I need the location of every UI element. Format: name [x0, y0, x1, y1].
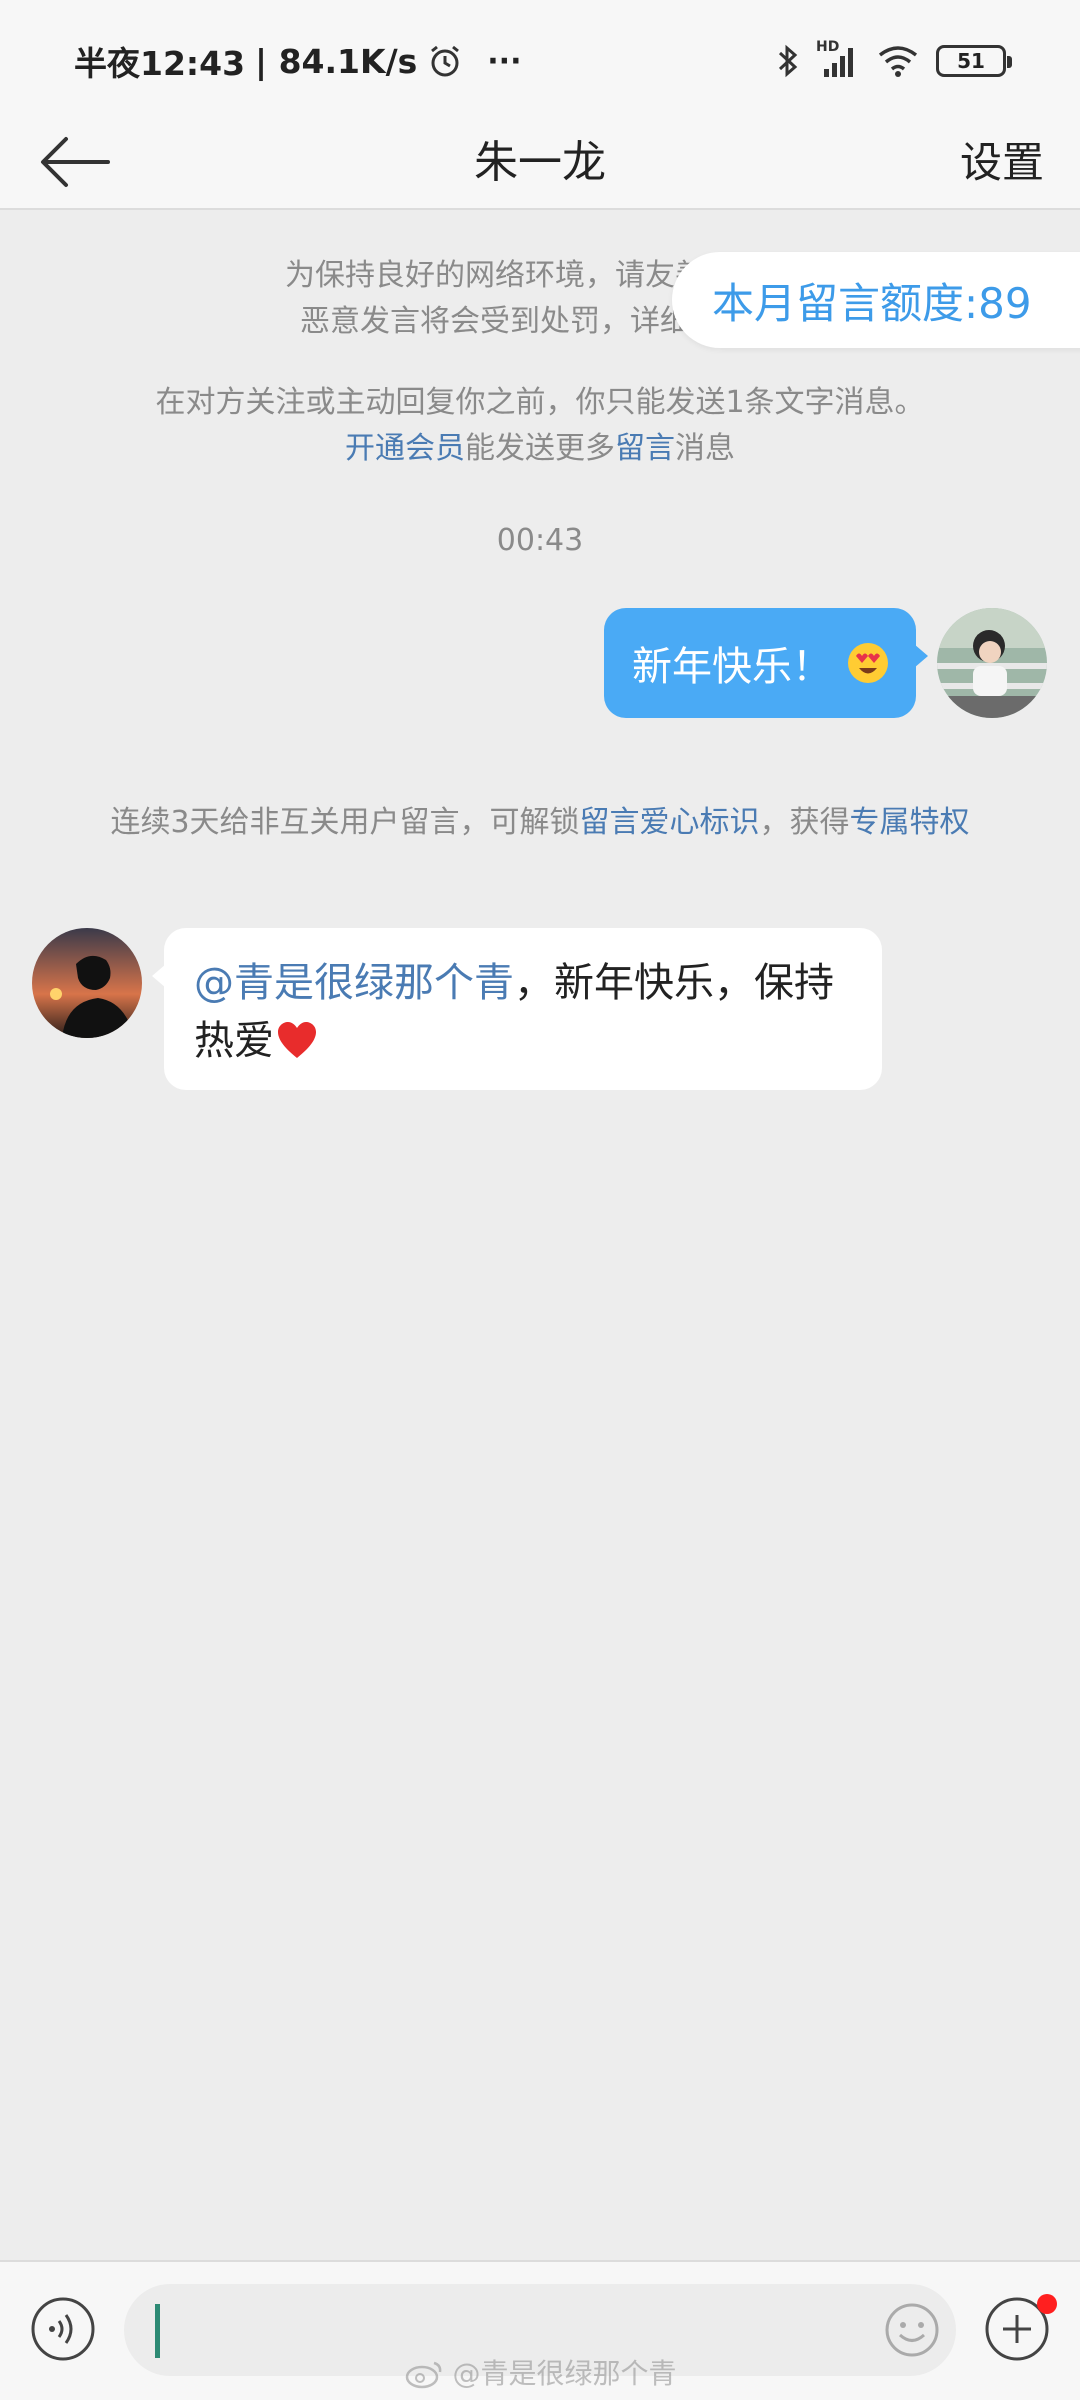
message-quota-label: 本月留言额度:89 [712, 278, 1032, 328]
message-limit-mid-text: 能发送更多 [465, 431, 615, 466]
message-limit-line1: 在对方关注或主动回复你之前，你只能发送1条文字消息。 [155, 385, 925, 420]
streak-notice-mid: ，获得 [759, 805, 850, 840]
streak-notice-prefix: 连续3天给非互关用户留言，可解锁 [110, 805, 580, 840]
open-membership-link[interactable]: 开通会员 [345, 431, 465, 466]
status-left: 半夜12:43 | 84.1K/s ··· [74, 36, 521, 86]
back-button[interactable] [36, 127, 116, 197]
message-limit-end-text: 消息 [675, 431, 735, 466]
user-photo-icon [937, 608, 1047, 718]
bluetooth-icon [778, 44, 798, 78]
watermark-text: @青是很绿那个青 [452, 2357, 677, 2390]
outgoing-message-bubble[interactable]: 新年快乐！ [604, 608, 928, 718]
status-speed: | 84.1K/s [255, 41, 418, 81]
status-bar: 半夜12:43 | 84.1K/s ··· HD 51 [0, 0, 1080, 115]
emoji-button[interactable] [884, 2302, 940, 2358]
status-time: 半夜12:43 [74, 44, 246, 83]
red-heart-emoji-icon [278, 1022, 316, 1058]
smiley-icon [885, 2303, 939, 2357]
notification-dot [1037, 2294, 1057, 2314]
heart-badge-link[interactable]: 留言爱心标识 [580, 805, 760, 840]
text-cursor [155, 2304, 160, 2358]
outgoing-message-text: 新年快乐！ [632, 644, 832, 690]
wifi-icon [878, 46, 918, 77]
alarm-icon [431, 45, 460, 77]
page-title: 朱一龙 [474, 137, 606, 188]
status-right: HD 51 [776, 36, 1012, 86]
message-limit-notice: 在对方关注或主动回复你之前，你只能发送1条文字消息。 开通会员能发送更多留言消息 [80, 380, 1000, 472]
exclusive-privilege-link[interactable]: 专属特权 [850, 805, 970, 840]
heart-eyes-emoji-icon [848, 643, 888, 683]
message-quota-badge[interactable]: 本月留言额度:89 [672, 252, 1080, 348]
battery-icon: 51 [936, 45, 1012, 77]
signal-icon: HD [816, 39, 860, 79]
streak-notice: 连续3天给非互关用户留言，可解锁留言爱心标识，获得专属特权 [100, 800, 980, 846]
settings-button[interactable]: 设置 [960, 115, 1044, 210]
weibo-logo-icon [405, 2361, 441, 2389]
my-avatar[interactable] [937, 608, 1047, 718]
message-limit-line2: 开通会员能发送更多留言消息 [80, 426, 1000, 472]
message-link[interactable]: 留言 [615, 431, 675, 466]
message-timestamp: 00:43 [496, 523, 584, 558]
nav-bar: 朱一龙 设置 [0, 115, 1080, 210]
contact-avatar[interactable] [32, 928, 142, 1038]
watermark: @青是很绿那个青 [0, 2352, 1080, 2392]
status-more-icon: ··· [487, 43, 522, 79]
user-mention-link[interactable]: @青是很绿那个青 [194, 960, 514, 1006]
back-arrow-icon [41, 137, 110, 187]
battery-level: 51 [957, 49, 985, 73]
contact-photo-icon [32, 928, 142, 1038]
incoming-message-bubble[interactable]: @青是很绿那个青，新年快乐，保持热爱 [152, 928, 882, 1090]
